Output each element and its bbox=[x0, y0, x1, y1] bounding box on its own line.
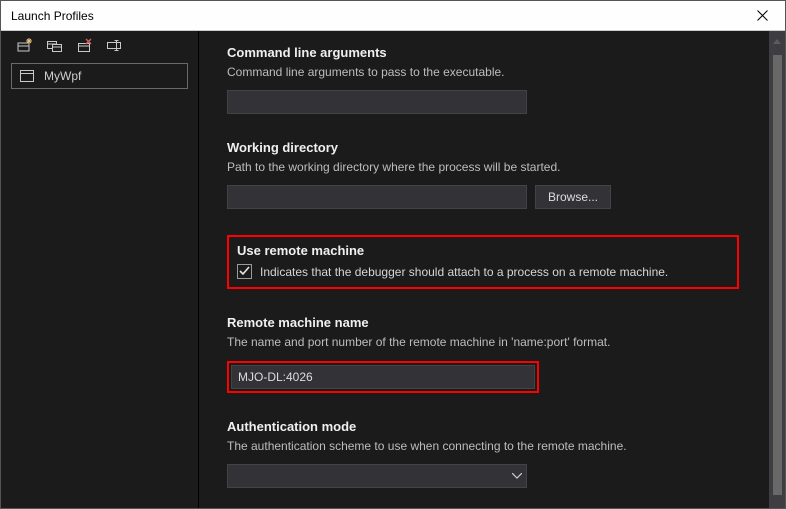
working-directory-input[interactable] bbox=[227, 185, 527, 209]
scroll-up-button[interactable] bbox=[769, 33, 785, 49]
remote-name-title: Remote machine name bbox=[227, 315, 761, 330]
window-title: Launch Profiles bbox=[11, 9, 94, 23]
command-line-section: Command line arguments Command line argu… bbox=[227, 45, 761, 114]
check-icon bbox=[239, 266, 250, 277]
duplicate-profile-icon bbox=[47, 38, 63, 52]
highlight-use-remote: Use remote machine Indicates that the de… bbox=[227, 235, 739, 289]
command-line-input[interactable] bbox=[227, 90, 527, 114]
working-directory-section: Working directory Path to the working di… bbox=[227, 140, 761, 209]
use-remote-checkbox-label: Indicates that the debugger should attac… bbox=[260, 265, 668, 279]
project-icon bbox=[20, 70, 34, 82]
vertical-scrollbar[interactable] bbox=[769, 31, 785, 508]
chevron-down-icon bbox=[512, 473, 522, 479]
close-button[interactable] bbox=[740, 1, 785, 31]
use-remote-checkbox[interactable] bbox=[237, 264, 252, 279]
dialog-body: MyWpf Command line arguments Command lin… bbox=[1, 31, 785, 508]
profile-label: MyWpf bbox=[44, 69, 81, 83]
working-directory-title: Working directory bbox=[227, 140, 761, 155]
auth-mode-select[interactable] bbox=[227, 464, 527, 488]
delete-profile-icon bbox=[77, 38, 93, 52]
settings-panel: Command line arguments Command line argu… bbox=[199, 31, 769, 508]
delete-profile-button[interactable] bbox=[77, 37, 93, 53]
browse-button[interactable]: Browse... bbox=[535, 185, 611, 209]
use-remote-section: Use remote machine Indicates that the de… bbox=[227, 235, 761, 289]
content-wrap: Command line arguments Command line argu… bbox=[199, 31, 785, 508]
launch-profiles-window: Launch Profiles bbox=[0, 0, 786, 509]
remote-name-input[interactable] bbox=[231, 365, 535, 389]
new-profile-button[interactable] bbox=[17, 37, 33, 53]
titlebar: Launch Profiles bbox=[1, 1, 785, 31]
remote-name-section: Remote machine name The name and port nu… bbox=[227, 315, 761, 392]
close-icon bbox=[757, 10, 768, 21]
highlight-remote-name bbox=[227, 361, 539, 393]
chevron-up-icon bbox=[773, 39, 781, 44]
sidebar: MyWpf bbox=[1, 31, 199, 508]
scrollbar-thumb[interactable] bbox=[773, 55, 782, 495]
command-line-desc: Command line arguments to pass to the ex… bbox=[227, 64, 761, 80]
new-profile-icon bbox=[17, 38, 33, 52]
rename-profile-icon bbox=[107, 38, 123, 52]
command-line-title: Command line arguments bbox=[227, 45, 761, 60]
sidebar-toolbar bbox=[1, 31, 198, 59]
auth-mode-desc: The authentication scheme to use when co… bbox=[227, 438, 761, 454]
auth-mode-title: Authentication mode bbox=[227, 419, 761, 434]
rename-profile-button[interactable] bbox=[107, 37, 123, 53]
duplicate-profile-button[interactable] bbox=[47, 37, 63, 53]
use-remote-title: Use remote machine bbox=[237, 243, 729, 258]
profile-item-mywpf[interactable]: MyWpf bbox=[11, 63, 188, 89]
auth-mode-section: Authentication mode The authentication s… bbox=[227, 419, 761, 488]
working-directory-desc: Path to the working directory where the … bbox=[227, 159, 761, 175]
remote-name-desc: The name and port number of the remote m… bbox=[227, 334, 761, 350]
